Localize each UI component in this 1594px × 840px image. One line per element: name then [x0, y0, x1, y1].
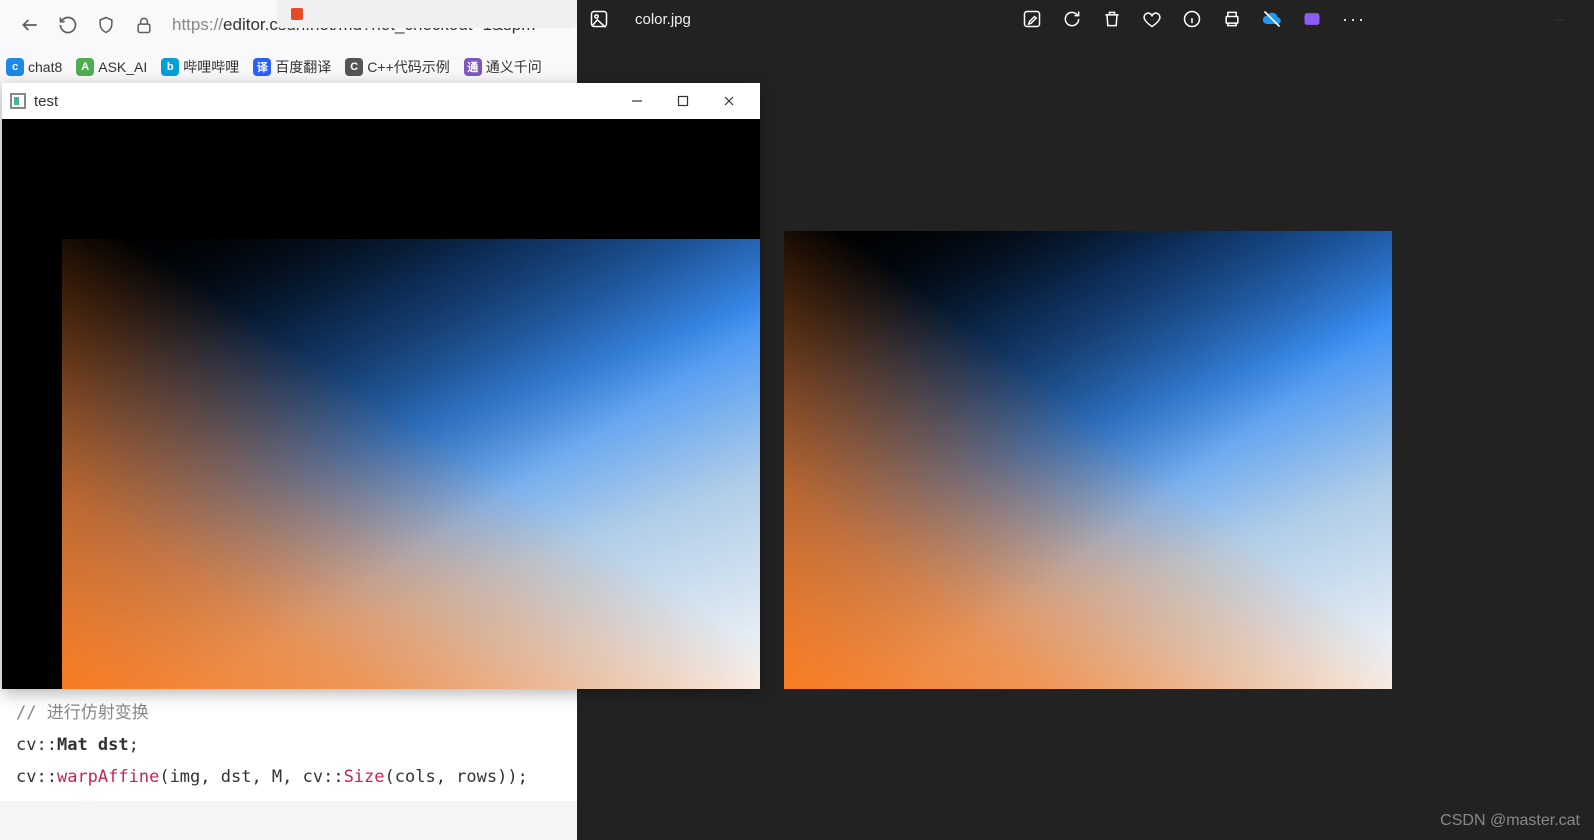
gradient-image: [784, 231, 1392, 689]
app-icon: [10, 93, 26, 109]
info-icon[interactable]: [1182, 9, 1202, 29]
window-title: test: [34, 93, 58, 110]
code-token: Size: [344, 767, 385, 787]
minimize-button[interactable]: [614, 83, 660, 119]
bookmark-item[interactable]: 译百度翻译: [253, 57, 331, 77]
code-token: (cols, rows));: [385, 767, 528, 787]
url-protocol: https://: [172, 15, 223, 34]
viewer-image[interactable]: [784, 231, 1392, 689]
bookmark-label: 哔哩哔哩: [183, 57, 239, 77]
code-comment: // 进行仿射变换: [16, 703, 149, 723]
viewer-toolbar: color.jpg ··· ─: [577, 0, 1594, 38]
reload-icon[interactable]: [58, 15, 78, 35]
maximize-button[interactable]: [660, 83, 706, 119]
watermark: CSDN @master.cat: [1440, 812, 1580, 830]
delete-icon[interactable]: [1102, 9, 1122, 29]
file-name: color.jpg: [635, 11, 691, 28]
code-token: cv: [16, 735, 36, 755]
code-token: ::: [36, 767, 56, 787]
edit-icon[interactable]: [1022, 9, 1042, 29]
bookmark-label: 百度翻译: [275, 57, 331, 77]
bookmark-item[interactable]: cchat8: [6, 58, 62, 76]
gradient-image: [62, 239, 760, 689]
bookmark-item[interactable]: b哔哩哔哩: [161, 57, 239, 77]
browser-tab-strip[interactable]: [277, 0, 577, 28]
image-icon[interactable]: [589, 9, 609, 29]
close-button[interactable]: [706, 83, 752, 119]
titlebar[interactable]: test: [2, 83, 760, 119]
opencv-window: test: [2, 83, 760, 689]
print-icon[interactable]: [1222, 9, 1242, 29]
favorite-icon[interactable]: [1142, 9, 1162, 29]
window-content: [2, 119, 760, 689]
lock-icon[interactable]: [134, 15, 154, 35]
more-icon[interactable]: ···: [1342, 9, 1366, 30]
code-token: warpAffine: [57, 767, 159, 787]
code-token: ::: [36, 735, 56, 755]
code-token: Mat dst: [57, 735, 129, 755]
bookmark-item[interactable]: AASK_AI: [76, 58, 147, 76]
minimize-button[interactable]: ─: [1536, 1, 1582, 37]
code-token: (img, dst, M, cv::: [159, 767, 343, 787]
cloud-icon[interactable]: [1262, 9, 1282, 29]
rotate-icon[interactable]: [1062, 9, 1082, 29]
clipchamp-icon[interactable]: [1302, 9, 1322, 29]
bookmark-item[interactable]: 通通义千问: [464, 57, 542, 77]
bookmark-label: C++代码示例: [367, 57, 449, 77]
code-token: cv: [16, 767, 36, 787]
test-gradient-image: [62, 239, 760, 689]
code-token: ;: [129, 735, 139, 755]
bookmark-item[interactable]: CC++代码示例: [345, 57, 449, 77]
bookmark-label: ASK_AI: [98, 59, 147, 75]
code-editor[interactable]: // 进行仿射变换 cv::Mat dst; cv::warpAffine(im…: [0, 689, 577, 801]
shield-icon[interactable]: [96, 15, 116, 35]
bookmark-label: chat8: [28, 59, 62, 75]
back-icon[interactable]: [20, 15, 40, 35]
bookmark-bar: cchat8 AASK_AI b哔哩哔哩 译百度翻译 CC++代码示例 通通义千…: [0, 50, 577, 83]
bookmark-label: 通义千问: [486, 57, 542, 77]
